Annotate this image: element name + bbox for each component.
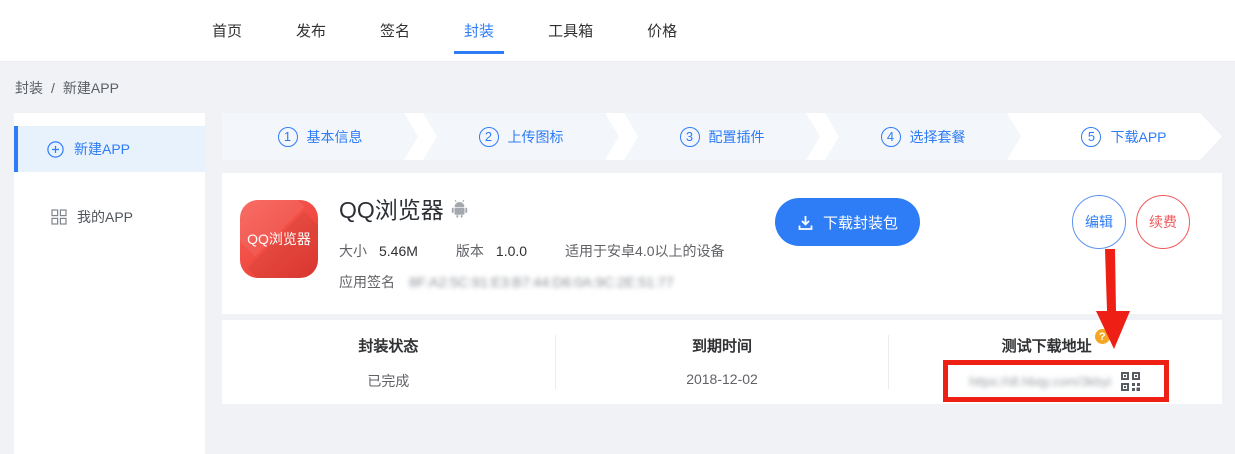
renew-button[interactable]: 续费	[1136, 195, 1190, 249]
package-status-value: 已完成	[222, 371, 555, 391]
expiry-column: 到期时间 2018-12-02	[555, 335, 889, 389]
step-upload-icon[interactable]: 2 上传图标	[423, 113, 619, 160]
version-value: 1.0.0	[496, 243, 527, 259]
step-configure-plugin[interactable]: 3 配置插件	[624, 113, 820, 160]
tab-home[interactable]: 首页	[210, 16, 244, 45]
android-icon	[451, 199, 468, 218]
size-label: 大小	[339, 241, 367, 261]
version-label: 版本	[456, 241, 484, 261]
test-download-url-redacted[interactable]: https://dl.hbqy.com/3kbyi	[969, 374, 1111, 389]
step-number: 2	[479, 127, 499, 147]
sidebar-item-new-app[interactable]: 新建APP	[14, 126, 205, 172]
step-label: 上传图标	[508, 127, 564, 147]
compat-text: 适用于安卓4.0以上的设备	[565, 241, 724, 261]
step-number: 4	[881, 127, 901, 147]
step-number: 3	[680, 127, 700, 147]
app-info: QQ浏览器 大小 5.46M 版本 1.0.0 适用于安卓4.0以	[339, 191, 725, 292]
app-card: QQ浏览器 QQ浏览器 大小 5.46M 版本 1	[222, 173, 1222, 314]
step-label: 配置插件	[709, 127, 765, 147]
tab-price[interactable]: 价格	[645, 16, 679, 45]
edit-button[interactable]: 编辑	[1072, 195, 1126, 249]
expiry-header: 到期时间	[692, 335, 752, 356]
signature-label: 应用签名	[339, 272, 395, 292]
edit-label: 编辑	[1085, 212, 1113, 232]
expiry-value: 2018-12-02	[556, 371, 889, 387]
step-number: 5	[1081, 127, 1101, 147]
step-select-plan[interactable]: 4 选择套餐	[825, 113, 1021, 160]
download-package-label: 下载封装包	[823, 212, 898, 233]
status-section: 封装状态 已完成 到期时间 2018-12-02 测试下载地址 ? https:…	[222, 320, 1222, 404]
step-label: 选择套餐	[910, 127, 966, 147]
test-download-header-label: 测试下载地址	[1002, 335, 1092, 356]
package-status-column: 封装状态 已完成	[222, 335, 555, 389]
tab-toolbox[interactable]: 工具箱	[546, 16, 595, 45]
app-title: QQ浏览器	[339, 191, 444, 225]
size-value: 5.46M	[379, 243, 418, 259]
renew-label: 续费	[1149, 212, 1177, 232]
top-nav: 首页 发布 签名 封装 工具箱 价格	[0, 0, 1235, 62]
package-status-header: 封装状态	[358, 335, 418, 356]
question-badge-icon[interactable]: ?	[1095, 329, 1110, 344]
test-download-header: 测试下载地址 ?	[1002, 335, 1110, 356]
grid-icon	[51, 209, 67, 225]
step-label: 基本信息	[307, 127, 363, 147]
tab-package[interactable]: 封装	[462, 16, 496, 45]
test-download-column: 测试下载地址 ? https://dl.hbqy.com/3kbyi	[888, 335, 1222, 389]
step-basic-info[interactable]: 1 基本信息	[222, 113, 418, 160]
sidebar: 新建APP 我的APP	[14, 113, 205, 454]
step-number: 1	[278, 127, 298, 147]
highlight-box: https://dl.hbqy.com/3kbyi	[943, 360, 1169, 402]
step-wizard: 1 基本信息 2 上传图标 3 配置插件 4 选择套餐 5 下载APP	[222, 113, 1222, 160]
app-signature-redacted: 8F:A2:5C:91:E3:B7:44:D6:0A:9C:2E:51:77	[409, 274, 674, 290]
breadcrumb: 封装 / 新建APP	[0, 62, 119, 113]
plus-circle-icon	[47, 141, 64, 158]
breadcrumb-current: 新建APP	[63, 78, 119, 98]
sidebar-item-label: 新建APP	[74, 139, 130, 159]
download-package-button[interactable]: 下载封装包	[775, 198, 920, 246]
step-download-app[interactable]: 5 下载APP	[1026, 113, 1222, 160]
tab-publish[interactable]: 发布	[294, 16, 328, 45]
sidebar-item-my-app[interactable]: 我的APP	[14, 194, 205, 240]
qr-code-icon[interactable]	[1119, 370, 1142, 393]
main-content: 1 基本信息 2 上传图标 3 配置插件 4 选择套餐 5 下载APP QQ浏览…	[222, 113, 1222, 404]
breadcrumb-separator: /	[51, 80, 55, 96]
tab-signature[interactable]: 签名	[378, 16, 412, 45]
download-icon	[797, 214, 814, 231]
app-icon: QQ浏览器	[240, 200, 318, 278]
breadcrumb-root[interactable]: 封装	[15, 78, 43, 98]
step-label: 下载APP	[1110, 127, 1166, 147]
app-icon-label: QQ浏览器	[247, 229, 311, 249]
sidebar-item-label: 我的APP	[77, 207, 133, 227]
